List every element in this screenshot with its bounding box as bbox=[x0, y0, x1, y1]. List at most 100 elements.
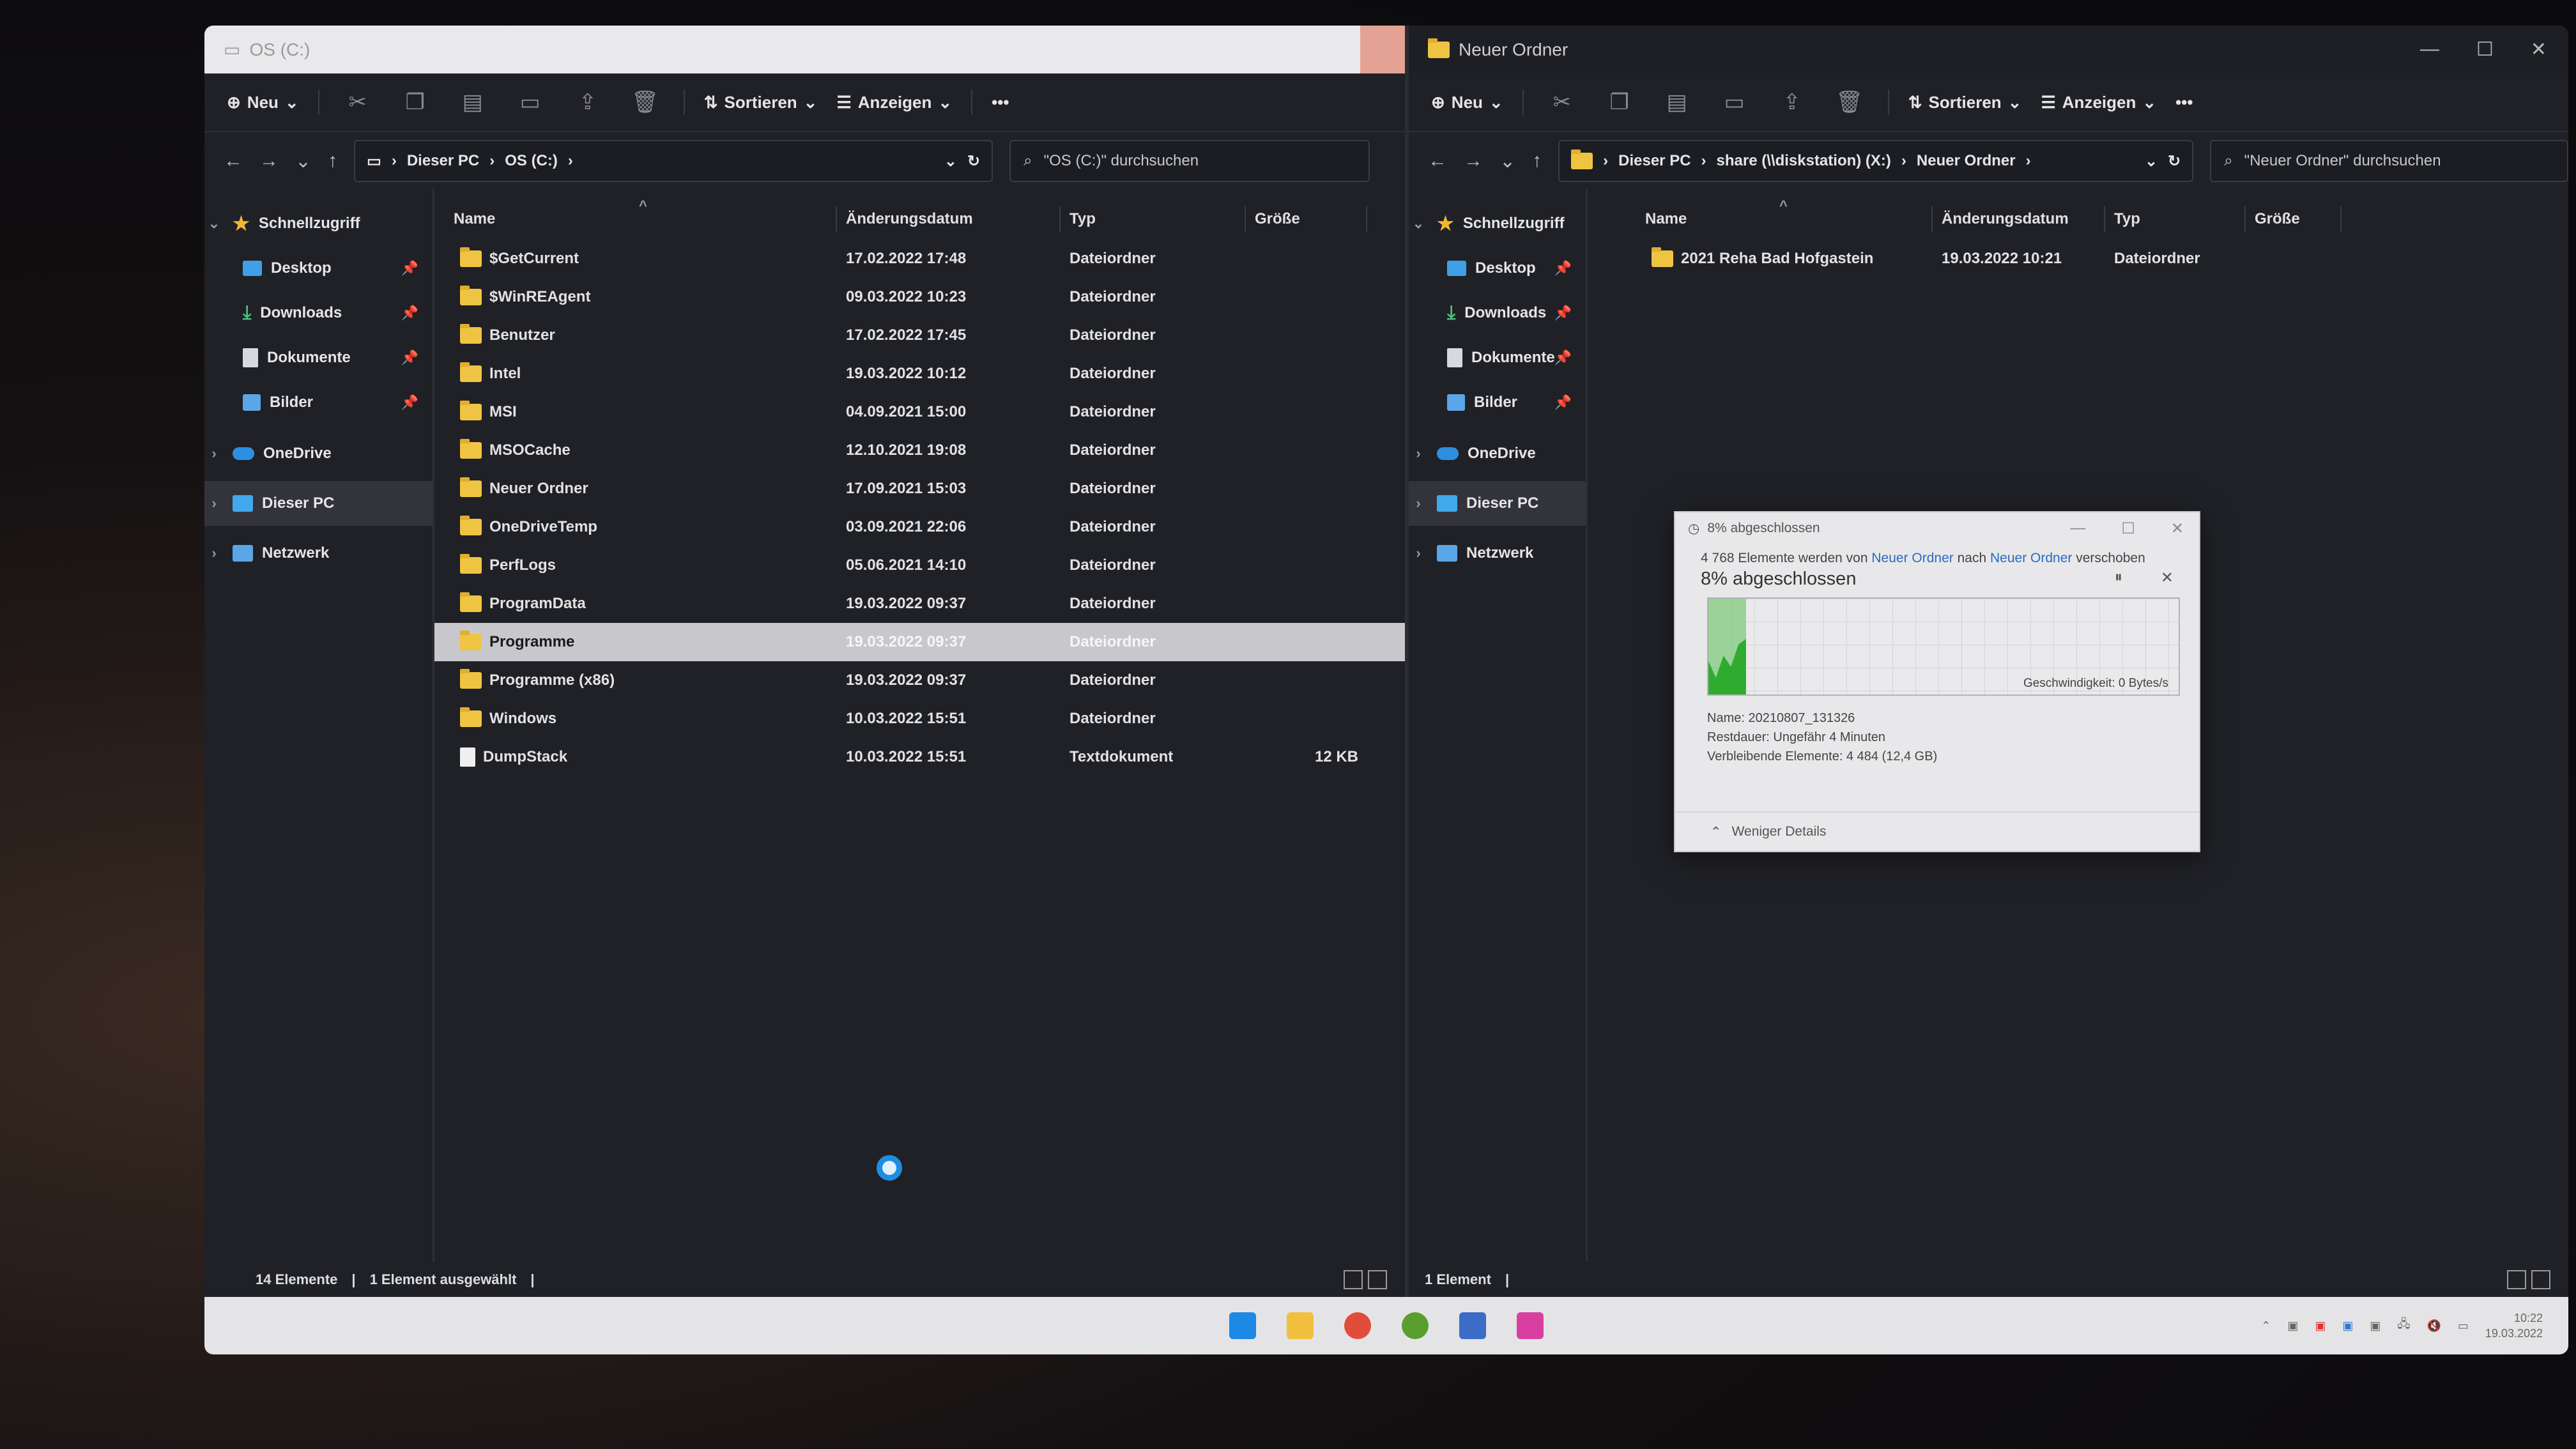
view-button[interactable]: ☰ Anzeigen ⌄ bbox=[2041, 93, 2156, 112]
file-explorer-icon[interactable] bbox=[1287, 1312, 1314, 1339]
paste-icon[interactable]: ▤ bbox=[1658, 89, 1696, 115]
table-row[interactable]: $GetCurrent 17.02.2022 17:48 Dateiordner bbox=[434, 240, 1405, 278]
details-view-icon[interactable] bbox=[2507, 1270, 2526, 1289]
back-arrow-icon[interactable]: ← bbox=[224, 150, 243, 172]
refresh-icon[interactable]: ↻ bbox=[967, 152, 980, 171]
chevron-down-icon[interactable]: ⌄ bbox=[1499, 150, 1515, 172]
tiles-view-icon[interactable] bbox=[1368, 1270, 1387, 1289]
nav-downloads[interactable]: ⤓ Downloads 📌 bbox=[204, 291, 433, 335]
paste-icon[interactable]: ▤ bbox=[454, 89, 492, 115]
breadcrumb-item[interactable]: Neuer Ordner bbox=[1917, 152, 2016, 170]
calculator-icon[interactable] bbox=[1459, 1312, 1486, 1339]
chevron-up-icon[interactable]: ⌃ bbox=[2261, 1319, 2271, 1333]
sort-button[interactable]: ⇅ Sortieren ⌄ bbox=[704, 93, 818, 112]
copy-icon[interactable]: ❐ bbox=[396, 89, 434, 115]
details-view-icon[interactable] bbox=[1344, 1270, 1363, 1289]
tray-app-icon[interactable]: ▣ bbox=[2342, 1319, 2353, 1333]
app-icon[interactable] bbox=[1517, 1312, 1544, 1339]
table-row[interactable]: Programme (x86) 19.03.2022 09:37 Dateiordn… bbox=[434, 661, 1405, 700]
close-button[interactable] bbox=[1360, 26, 1405, 73]
column-size[interactable]: Größe bbox=[1246, 206, 1367, 232]
tray-app-icon[interactable]: ▣ bbox=[2315, 1319, 2326, 1333]
nav-downloads[interactable]: ⤓ Downloads 📌 bbox=[1409, 291, 1586, 335]
table-row[interactable]: DumpStack 10.03.2022 15:51 Textdokument 12 … bbox=[434, 738, 1405, 776]
nav-onedrive[interactable]: › OneDrive bbox=[204, 431, 433, 476]
new-button[interactable]: ⊕ Neu ⌄ bbox=[227, 93, 299, 112]
share-icon[interactable]: ⇪ bbox=[1773, 89, 1811, 115]
volume-muted-icon[interactable]: 🔇 bbox=[2426, 1319, 2441, 1333]
up-arrow-icon[interactable]: ↑ bbox=[1532, 150, 1542, 172]
maximize-icon[interactable]: ☐ bbox=[2476, 38, 2494, 61]
new-button[interactable]: ⊕ Neu ⌄ bbox=[1431, 93, 1503, 112]
nav-network[interactable]: › Netzwerk bbox=[1409, 531, 1586, 576]
chevron-down-icon[interactable]: ⌄ bbox=[944, 152, 957, 171]
source-link[interactable]: Neuer Ordner bbox=[1871, 551, 1953, 565]
column-type[interactable]: Typ bbox=[2105, 206, 2246, 232]
column-type[interactable]: Typ bbox=[1061, 206, 1246, 232]
destination-link[interactable]: Neuer Ordner bbox=[1990, 551, 2072, 565]
maximize-icon[interactable]: ☐ bbox=[2121, 519, 2135, 538]
search-input[interactable]: ⌕ "OS (C:)" durchsuchen bbox=[1009, 140, 1370, 182]
forward-arrow-icon[interactable]: → bbox=[1464, 150, 1483, 172]
more-button[interactable]: ••• bbox=[992, 93, 1009, 112]
nav-quick-access[interactable]: ⌄ ★ Schnellzugriff bbox=[1409, 201, 1586, 246]
nav-this-pc[interactable]: › Dieser PC bbox=[204, 481, 433, 526]
cut-icon[interactable]: ✂ bbox=[339, 89, 377, 115]
breadcrumb-item[interactable]: share (\\diskstation) (X:) bbox=[1717, 152, 1891, 170]
table-row[interactable]: MSOCache 12.10.2021 19:08 Dateiordner bbox=[434, 431, 1405, 470]
share-icon[interactable]: ⇪ bbox=[569, 89, 607, 115]
table-row[interactable]: OneDriveTemp 03.09.2021 22:06 Dateiordner bbox=[434, 508, 1405, 546]
pause-icon[interactable]: ⏸ bbox=[2115, 569, 2122, 590]
nav-pictures[interactable]: Bilder 📌 bbox=[204, 380, 433, 425]
table-row[interactable]: Neuer Ordner 17.09.2021 15:03 Dateiordner bbox=[434, 470, 1405, 508]
search-input[interactable]: ⌕ "Neuer Ordner" durchsuchen bbox=[2210, 140, 2568, 182]
table-row[interactable]: 2021 Reha Bad Hofgastein 19.03.2022 10:21… bbox=[1588, 240, 2568, 278]
more-button[interactable]: ••• bbox=[2175, 93, 2193, 112]
column-name[interactable]: Name bbox=[1588, 206, 1933, 232]
rename-icon[interactable]: ▭ bbox=[1715, 89, 1754, 115]
column-size[interactable]: Größe bbox=[2246, 206, 2342, 232]
minimize-icon[interactable]: — bbox=[2070, 519, 2085, 538]
column-date[interactable]: Änderungsdatum bbox=[1933, 206, 2105, 232]
nav-pictures[interactable]: Bilder 📌 bbox=[1409, 380, 1586, 425]
nav-desktop[interactable]: Desktop 📌 bbox=[1409, 246, 1586, 291]
nav-documents[interactable]: Dokumente 📌 bbox=[1409, 335, 1586, 380]
address-bar[interactable]: › Dieser PC › share (\\diskstation) (X:) ›… bbox=[1558, 140, 2194, 182]
column-date[interactable]: Änderungsdatum bbox=[837, 206, 1061, 232]
nav-onedrive[interactable]: › OneDrive bbox=[1409, 431, 1586, 476]
nav-desktop[interactable]: Desktop 📌 bbox=[204, 246, 433, 291]
close-icon[interactable]: ✕ bbox=[2531, 38, 2547, 61]
chrome-icon[interactable] bbox=[1344, 1312, 1371, 1339]
table-row[interactable]: Windows 10.03.2022 15:51 Dateiordner bbox=[434, 700, 1405, 738]
forward-arrow-icon[interactable]: → bbox=[259, 150, 279, 172]
up-arrow-icon[interactable]: ↑ bbox=[328, 150, 337, 172]
table-row[interactable]: ProgramData 19.03.2022 09:37 Dateiordner bbox=[434, 585, 1405, 623]
table-row[interactable]: MSI 04.09.2021 15:00 Dateiordner bbox=[434, 393, 1405, 431]
cancel-icon[interactable]: ✕ bbox=[2161, 569, 2174, 590]
address-bar[interactable]: ▭ › Dieser PC › OS (C:) › ⌄ ↻ bbox=[354, 140, 993, 182]
delete-icon[interactable]: 🗑 bbox=[1830, 89, 1869, 115]
tray-app-icon[interactable]: ▣ bbox=[2287, 1319, 2298, 1333]
battery-icon[interactable]: ▭ bbox=[2458, 1319, 2469, 1333]
minimize-button[interactable] bbox=[1322, 26, 1360, 73]
breadcrumb-item[interactable]: OS (C:) bbox=[505, 152, 558, 170]
back-arrow-icon[interactable]: ← bbox=[1428, 150, 1447, 172]
view-button[interactable]: ☰ Anzeigen ⌄ bbox=[836, 93, 952, 112]
breadcrumb-item[interactable]: Dieser PC bbox=[407, 152, 479, 170]
minimize-icon[interactable]: — bbox=[2420, 38, 2439, 61]
chevron-down-icon[interactable]: ⌄ bbox=[2145, 152, 2158, 171]
column-name[interactable]: Name bbox=[434, 206, 837, 232]
close-icon[interactable]: ✕ bbox=[2171, 519, 2184, 538]
table-row[interactable]: $WinREAgent 09.03.2022 10:23 Dateiordner bbox=[434, 278, 1405, 316]
table-row[interactable]: Benutzer 17.02.2022 17:45 Dateiordner bbox=[434, 316, 1405, 355]
tiles-view-icon[interactable] bbox=[2531, 1270, 2550, 1289]
start-icon[interactable] bbox=[1229, 1312, 1256, 1339]
cut-icon[interactable]: ✂ bbox=[1543, 89, 1581, 115]
table-row[interactable]: Intel 19.03.2022 10:12 Dateiordner bbox=[434, 355, 1405, 393]
tray-app-icon[interactable]: ▣ bbox=[2370, 1319, 2380, 1333]
app-icon[interactable] bbox=[1402, 1312, 1429, 1339]
delete-icon[interactable]: 🗑 bbox=[626, 89, 664, 115]
nav-quick-access[interactable]: ⌄ ★ Schnellzugriff bbox=[204, 201, 433, 246]
copy-icon[interactable]: ❐ bbox=[1600, 89, 1639, 115]
table-row[interactable]: Programme 19.03.2022 09:37 Dateiordner bbox=[434, 623, 1405, 661]
